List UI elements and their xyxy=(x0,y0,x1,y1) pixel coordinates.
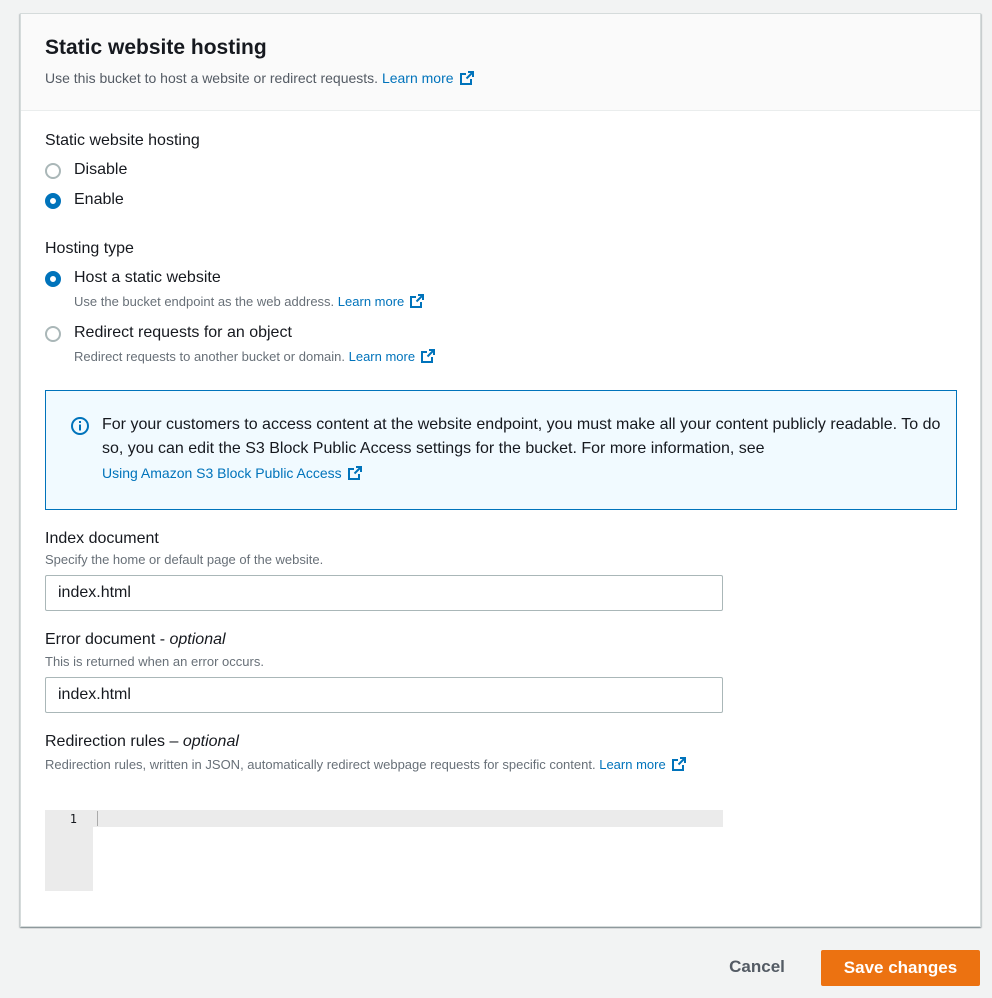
line-number: 1 xyxy=(69,812,77,826)
editor-gutter: 1 xyxy=(45,810,93,891)
redirection-rules-description: Redirection rules, written in JSON, auto… xyxy=(45,756,687,772)
radio-enable-label[interactable]: Enable xyxy=(74,191,124,209)
save-changes-button[interactable]: Save changes xyxy=(821,950,980,986)
radio-host-static-website-label[interactable]: Host a static website xyxy=(74,269,221,287)
host-static-website-description: Use the bucket endpoint as the web addre… xyxy=(74,293,425,309)
radio-disable[interactable] xyxy=(45,163,61,179)
panel-description-text: Use this bucket to host a website or red… xyxy=(45,70,379,86)
redirect-learn-more-link[interactable]: Learn more xyxy=(349,349,436,364)
hosting-label: Static website hosting xyxy=(45,132,200,149)
radio-redirect-requests-label[interactable]: Redirect requests for an object xyxy=(74,324,292,342)
radio-disable-label[interactable]: Disable xyxy=(74,161,127,179)
panel-title: Static website hosting xyxy=(45,36,267,59)
panel-header: Static website hosting Use this bucket t… xyxy=(21,14,980,111)
host-static-learn-more-link[interactable]: Learn more xyxy=(338,294,425,309)
info-alert: For your customers to access content at … xyxy=(45,390,957,510)
error-document-input[interactable]: index.html xyxy=(45,677,723,713)
redirection-rules-editor[interactable]: 1 xyxy=(45,810,723,891)
static-website-hosting-panel: Static website hosting Use this bucket t… xyxy=(20,13,981,927)
external-link-icon xyxy=(420,348,436,364)
panel-description: Use this bucket to host a website or red… xyxy=(45,70,475,86)
optional-tag: optional xyxy=(182,733,239,750)
external-link-icon xyxy=(671,756,687,772)
hosting-type-label: Hosting type xyxy=(45,240,134,257)
optional-tag: optional xyxy=(169,631,226,648)
radio-host-static-website[interactable] xyxy=(45,271,61,287)
block-public-access-link[interactable]: Using Amazon S3 Block Public Access xyxy=(102,465,363,481)
editor-cursor xyxy=(97,811,98,826)
cancel-button[interactable]: Cancel xyxy=(712,950,802,984)
external-link-icon xyxy=(459,70,475,86)
redirection-rules-label: Redirection rules – optional xyxy=(45,733,239,750)
index-document-input[interactable]: index.html xyxy=(45,575,723,611)
error-document-label: Error document - optional xyxy=(45,631,226,648)
index-document-description: Specify the home or default page of the … xyxy=(45,552,324,567)
error-document-description: This is returned when an error occurs. xyxy=(45,654,264,669)
index-document-label: Index document xyxy=(45,530,159,547)
redirect-requests-description: Redirect requests to another bucket or d… xyxy=(74,348,436,364)
radio-redirect-requests[interactable] xyxy=(45,326,61,342)
external-link-icon xyxy=(409,293,425,309)
radio-enable[interactable] xyxy=(45,193,61,209)
external-link-icon xyxy=(347,465,363,481)
header-learn-more-link[interactable]: Learn more xyxy=(382,70,475,86)
info-icon xyxy=(70,416,90,436)
editor-active-line[interactable] xyxy=(93,810,723,827)
info-text: For your customers to access content at … xyxy=(102,416,941,457)
redirection-learn-more-link[interactable]: Learn more xyxy=(599,757,686,772)
